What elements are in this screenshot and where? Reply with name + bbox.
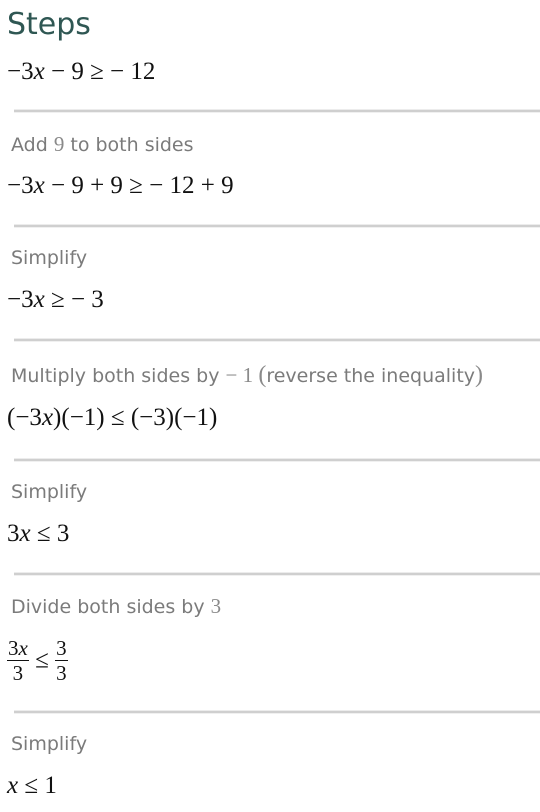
step-expression: −3x ≥ − 3 [7,286,104,313]
step-description: Divide both sides by 3 [11,594,222,618]
step-description: Simplify [11,733,88,755]
fraction-lhs: 3x 3 [7,636,29,685]
step-expression: −3x − 9 + 9 ≥ − 12 + 9 [7,172,234,199]
step-divider [14,458,540,462]
step-divider [14,710,540,714]
step-expression: (−3x)(−1) ≤ (−3)(−1) [7,404,218,431]
step-description: Multiply both sides by − 1 (reverse the … [11,362,484,388]
steps-title: Steps [7,7,91,42]
step-description: Add 9 to both sides [11,132,194,156]
step-divider [14,224,540,228]
step-expression: 3x 3 ≤ 33 [7,636,68,685]
step-divider [14,109,540,113]
step-description: Simplify [11,247,88,269]
step-divider [14,572,540,576]
step-expression: 3x ≤ 3 [7,520,70,547]
step-divider [14,338,540,342]
step-description: Simplify [11,481,88,503]
final-expression: x ≤ 1 [7,772,57,799]
fraction-rhs: 33 [55,636,68,685]
initial-expression: −3x − 9 ≥ − 12 [7,58,156,85]
